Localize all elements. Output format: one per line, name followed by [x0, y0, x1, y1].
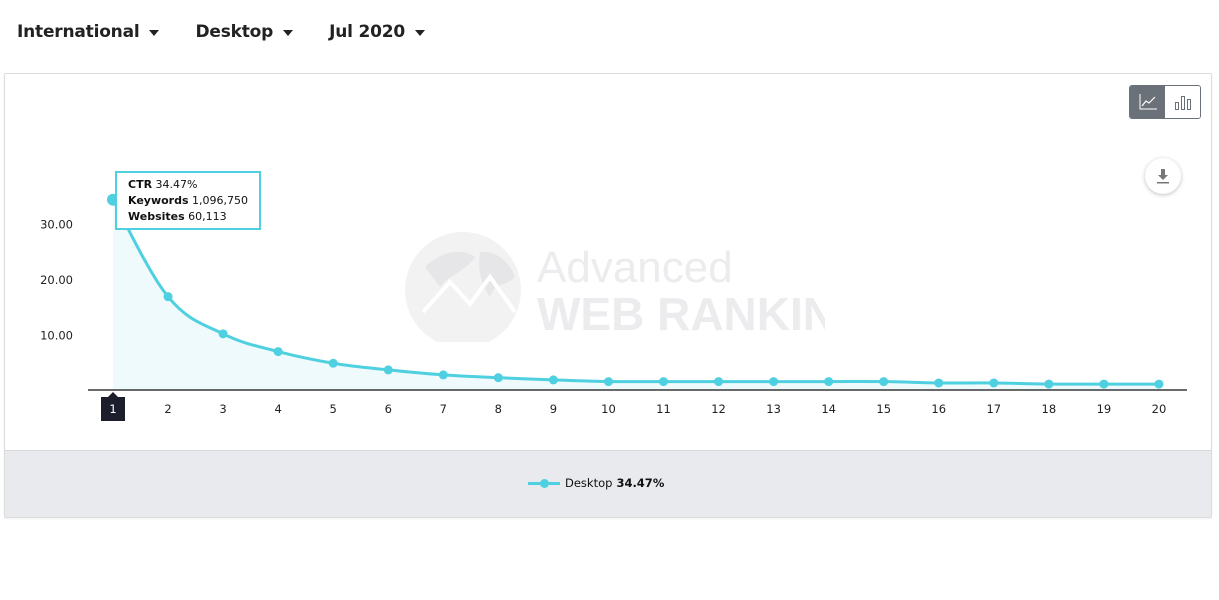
data-point	[879, 377, 889, 387]
y-tick-label: 20.00	[40, 273, 73, 287]
x-tick-label: 20	[1152, 402, 1167, 416]
x-tick-label: 14	[821, 402, 836, 416]
data-point	[989, 378, 999, 388]
tooltip-ctr-row: CTR 34.47%	[128, 177, 259, 193]
x-tick-label: 3	[219, 402, 226, 416]
legend-series-name: Desktop	[565, 476, 613, 490]
x-tick-label: 15	[876, 402, 891, 416]
x-tick-label: 9	[550, 402, 557, 416]
data-point	[1044, 379, 1054, 389]
ctr-chart: 10.0020.0030.00 1 2 3 4 5 6 7 8 9 10 11 12 13 14 15 16 1…	[40, 193, 1187, 421]
data-point	[328, 358, 338, 368]
data-point	[603, 377, 613, 387]
chart-tooltip: CTR 34.47% Keywords 1,096,750 Websites 6…	[115, 171, 261, 230]
data-point	[769, 377, 779, 387]
x-tick-label: 16	[931, 402, 946, 416]
tooltip-websites-row: Websites 60,113	[128, 209, 259, 225]
x-tick-label: 11	[656, 402, 671, 416]
legend-swatch	[528, 478, 560, 488]
data-point	[659, 377, 668, 387]
data-point	[493, 373, 503, 383]
tooltip-keywords-label: Keywords	[128, 194, 189, 207]
data-point	[1154, 379, 1164, 389]
x-tick-label: 5	[330, 402, 337, 416]
data-point	[383, 365, 393, 375]
x-tick-label: 19	[1097, 402, 1112, 416]
x-tick-label: 10	[601, 402, 616, 416]
tooltip-keywords-value: 1,096,750	[192, 194, 249, 207]
x-tick-label: 13	[766, 402, 781, 416]
x-tick-label: 2	[164, 402, 171, 416]
x-tick-label: 6	[385, 402, 392, 416]
y-tick-label: 30.00	[40, 218, 73, 232]
x-tick-label: 17	[986, 402, 1001, 416]
legend-series-value: 34.47%	[616, 476, 665, 490]
x-tick-label: 8	[495, 402, 502, 416]
x-tick-label: 4	[274, 402, 281, 416]
data-point	[934, 378, 944, 388]
x-tick-label: 12	[711, 402, 726, 416]
tooltip-websites-value: 60,113	[188, 210, 227, 223]
data-point	[163, 292, 173, 302]
data-point	[714, 377, 724, 387]
data-point	[273, 347, 283, 357]
data-point	[438, 370, 448, 380]
active-x-tick-arrow	[108, 392, 118, 397]
data-point	[1099, 379, 1109, 389]
x-tick-label: 1	[109, 402, 116, 416]
tooltip-ctr-value: 34.47%	[155, 178, 198, 191]
data-point	[548, 375, 558, 385]
tooltip-keywords-row: Keywords 1,096,750	[128, 193, 259, 209]
y-tick-label: 10.00	[40, 329, 73, 343]
x-tick-label: 7	[440, 402, 447, 416]
tooltip-websites-label: Websites	[128, 210, 185, 223]
series-area	[113, 199, 1159, 390]
data-point	[824, 377, 834, 387]
legend-item-desktop[interactable]: Desktop 34.47%	[528, 476, 664, 490]
data-point	[218, 329, 228, 339]
tooltip-ctr-label: CTR	[128, 178, 153, 191]
x-tick-label: 18	[1042, 402, 1057, 416]
